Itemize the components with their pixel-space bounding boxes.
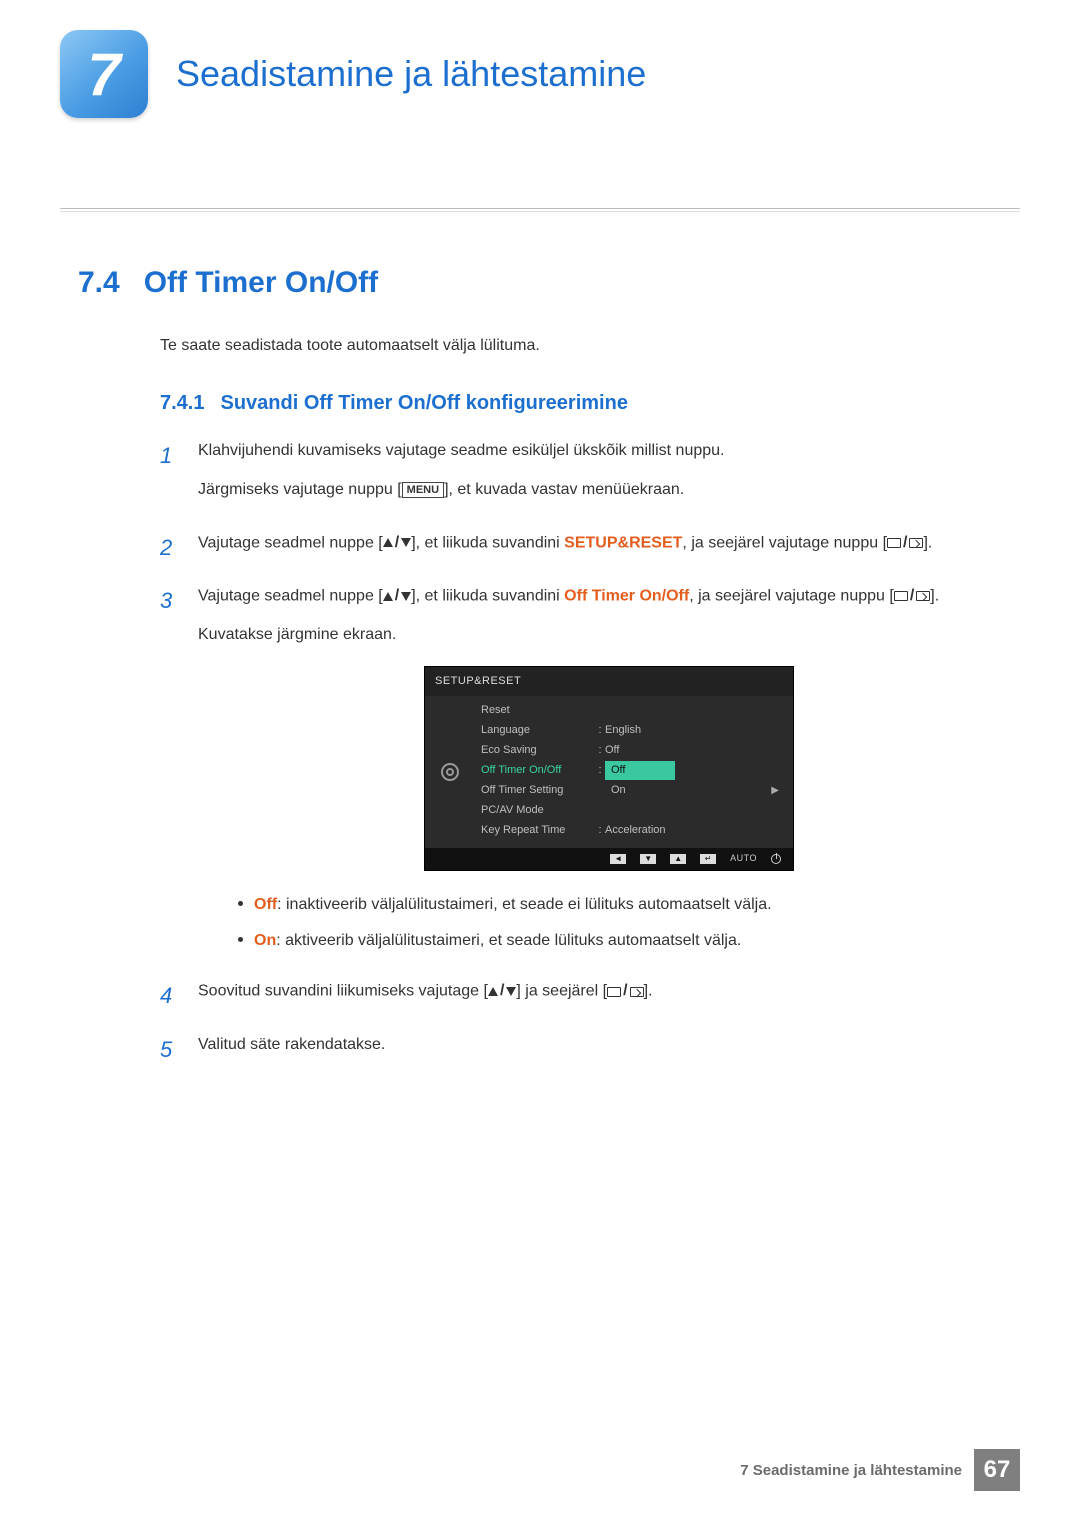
page-number: 67 [974,1449,1020,1491]
subsection-heading: 7.4.1 Suvandi Off Timer On/Off konfigure… [160,392,1020,415]
step-4: 4 Soovitud suvandini liikumiseks vajutag… [160,979,1020,1018]
up-down-icon: / [383,584,411,609]
source-enter-icon: / [887,531,923,556]
step-text: Järgmiseks vajutage nuppu [MENU], et kuv… [198,478,1020,503]
highlight-setup-reset: SETUP&RESET [564,534,682,551]
chevron-right-icon: ▶ [771,783,789,799]
source-enter-icon: / [607,979,643,1004]
bullet-on: On: aktiveerib väljalülitustaimeri, et s… [238,929,1020,953]
step-number: 3 [160,584,180,965]
footer-chapter-label: 7 Seadistamine ja lähtestamine [740,1462,962,1479]
subsection-title: Suvandi Off Timer On/Off konfigureerimin… [220,392,627,415]
option-bullets: Off: inaktiveerib väljalülitustaimeri, e… [238,893,1020,953]
subsection-number: 7.4.1 [160,392,204,415]
chapter-number-badge: 7 [60,30,148,118]
osd-row-language: Language:English [475,720,789,740]
chapter-header: 7 Seadistamine ja lähtestamine [60,30,1020,118]
osd-nav-left-icon: ◄ [610,854,626,864]
up-down-icon: / [383,531,411,556]
osd-row-off-timer-setting: Off Timer Setting On ▶ [475,780,789,800]
bullet-off: Off: inaktiveerib väljalülitustaimeri, e… [238,893,1020,917]
page-footer: 7 Seadistamine ja lähtestamine 67 [740,1449,1020,1491]
osd-nav-down-icon: ▼ [640,854,656,864]
step-number: 2 [160,531,180,570]
step-text: Kuvatakse järgmine ekraan. [198,623,1020,648]
osd-row-off-timer-onoff: Off Timer On/Off: Off [475,760,789,780]
osd-footer: ◄ ▼ ▲ ↵ AUTO [425,848,793,870]
header-divider [60,208,1020,209]
power-icon [771,854,781,864]
osd-nav-up-icon: ▲ [670,854,686,864]
step-text: Klahvijuhendi kuvamiseks vajutage seadme… [198,439,1020,464]
source-enter-icon: / [894,584,930,609]
step-1: 1 Klahvijuhendi kuvamiseks vajutage sead… [160,439,1020,517]
osd-nav-enter-icon: ↵ [700,854,716,864]
section-heading: 7.4 Off Timer On/Off [78,266,1002,300]
highlight-off-timer: Off Timer On/Off [564,588,689,605]
up-down-icon: / [488,979,516,1004]
gear-icon [441,763,459,781]
osd-option-on: On [605,781,675,800]
step-text: Soovitud suvandini liikumiseks vajutage … [198,979,1020,1004]
step-2: 2 Vajutage seadmel nuppe [/], et liikuda… [160,531,1020,570]
step-text: Vajutage seadmel nuppe [/], et liikuda s… [198,584,1020,609]
chapter-number: 7 [87,40,120,109]
osd-row-reset: Reset [475,700,789,720]
header-divider-thin [60,211,1020,212]
osd-icon-column [425,696,475,848]
step-number: 1 [160,439,180,517]
step-text: Valitud säte rakendatakse. [198,1033,1020,1058]
section-number: 7.4 [78,266,120,300]
osd-auto-label: AUTO [730,852,757,866]
step-list: 1 Klahvijuhendi kuvamiseks vajutage sead… [160,439,1020,1072]
section-intro: Te saate seadistada toote automaatselt v… [160,334,1020,358]
section-title: Off Timer On/Off [144,266,378,300]
step-5: 5 Valitud säte rakendatakse. [160,1033,1020,1072]
osd-option-off: Off [605,761,675,780]
step-number: 5 [160,1033,180,1072]
osd-screenshot: SETUP&RESET Reset Language:English Eco S… [424,666,794,871]
menu-button-label: MENU [402,482,444,498]
osd-title: SETUP&RESET [425,667,793,696]
osd-row-keyrepeat: Key Repeat Time:Acceleration [475,820,789,840]
osd-menu-list: Reset Language:English Eco Saving:Off Of… [475,696,793,848]
step-number: 4 [160,979,180,1018]
osd-row-eco: Eco Saving:Off [475,740,789,760]
chapter-title: Seadistamine ja lähtestamine [176,53,646,95]
step-3: 3 Vajutage seadmel nuppe [/], et liikuda… [160,584,1020,965]
manual-page: 7 Seadistamine ja lähtestamine 7.4 Off T… [0,0,1080,1527]
osd-row-pcav: PC/AV Mode [475,800,789,820]
step-text: Vajutage seadmel nuppe [/], et liikuda s… [198,531,1020,556]
